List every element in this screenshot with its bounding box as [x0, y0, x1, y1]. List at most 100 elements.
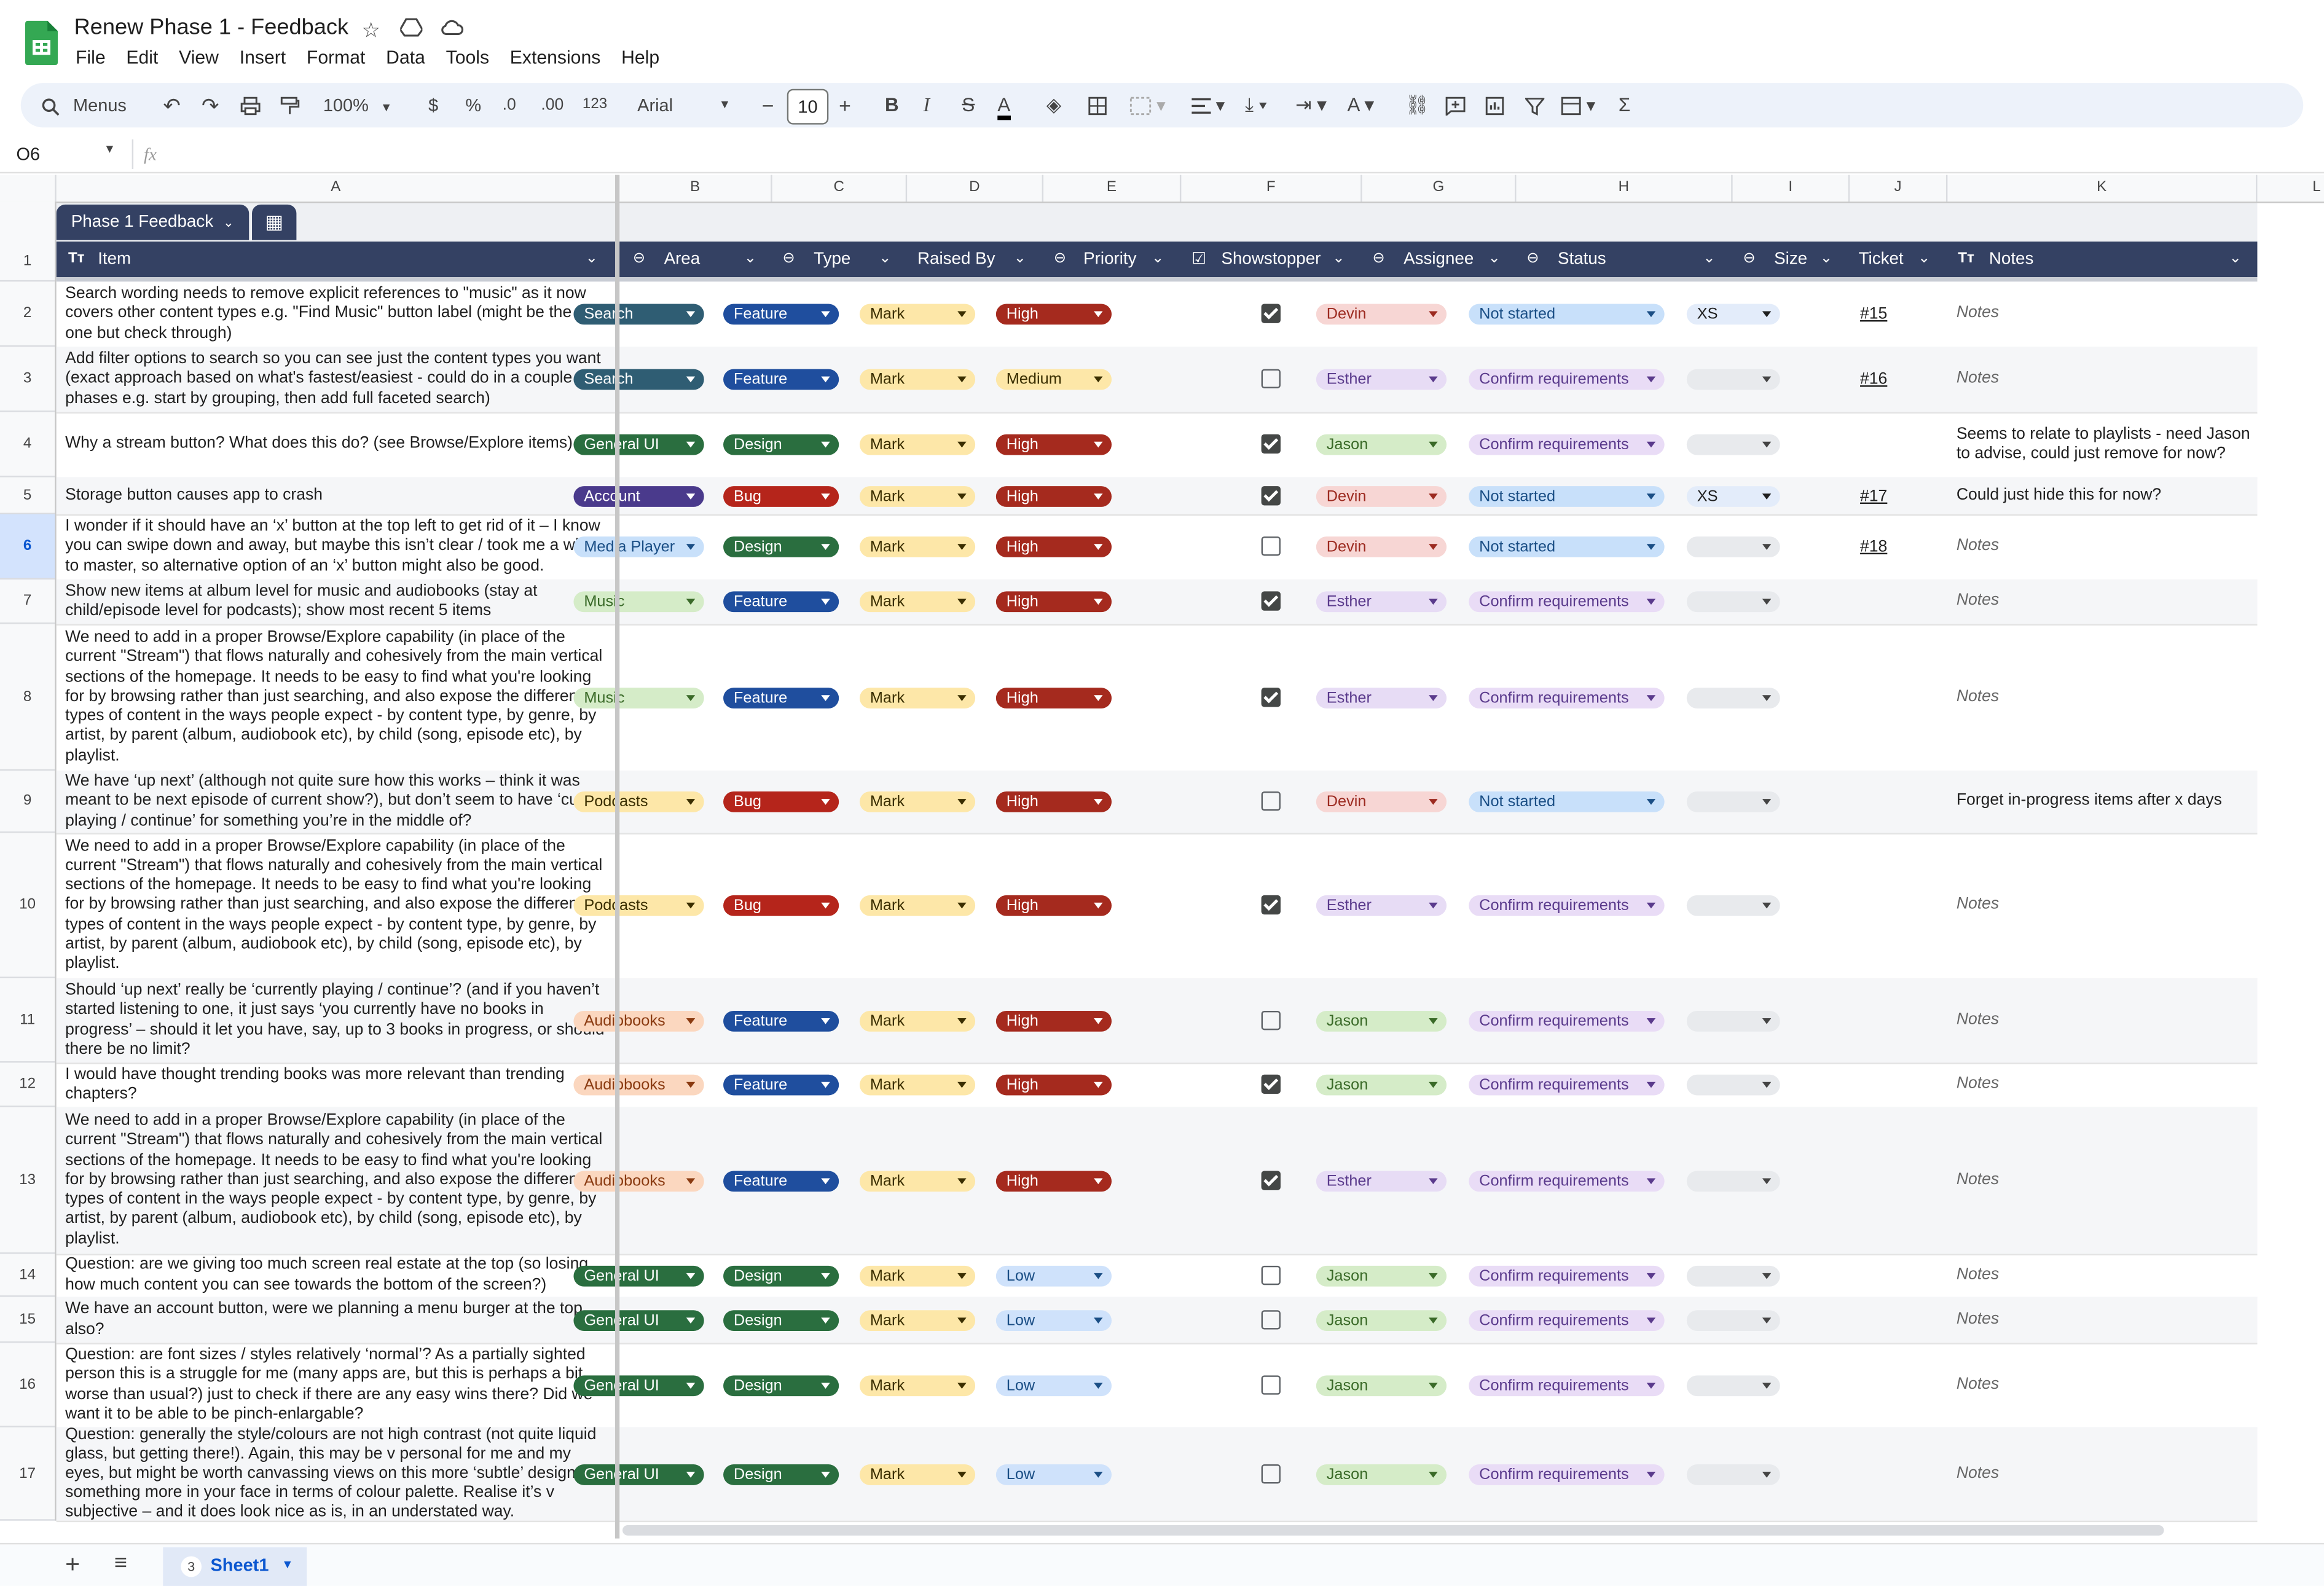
raised-by-chip[interactable]: Mark — [859, 434, 976, 455]
type-chip[interactable]: Feature — [723, 1074, 839, 1096]
frozen-column-divider[interactable] — [614, 175, 620, 1539]
priority-chip[interactable]: High — [995, 485, 1112, 506]
type-chip[interactable]: Design — [723, 434, 839, 455]
type-chip[interactable]: Bug — [723, 895, 839, 916]
notes-cell[interactable]: Forget in-progress items after x days — [1957, 771, 2253, 833]
item-cell[interactable]: Search wording needs to remove explicit … — [65, 281, 613, 347]
raised-by-chip[interactable]: Mark — [859, 1074, 976, 1096]
raised-by-chip[interactable]: Mark — [859, 1309, 976, 1330]
ticket-link[interactable]: #17 — [1860, 477, 1887, 514]
type-chip[interactable]: Feature — [723, 369, 839, 390]
size-chip[interactable] — [1686, 791, 1780, 812]
area-chip[interactable]: General UI — [573, 434, 704, 455]
item-cell[interactable]: We need to add in a proper Browse/Explor… — [65, 833, 613, 978]
item-cell[interactable]: Why a stream button? What does this do? … — [65, 412, 613, 477]
assignee-chip[interactable]: Esther — [1316, 686, 1447, 708]
size-chip[interactable] — [1686, 686, 1780, 708]
size-chip[interactable] — [1686, 1170, 1780, 1191]
all-sheets-icon[interactable]: ≡ — [114, 1550, 127, 1576]
priority-chip[interactable]: Low — [995, 1309, 1112, 1330]
item-cell[interactable]: Show new items at album level for music … — [65, 579, 613, 624]
size-chip[interactable]: XS — [1686, 304, 1780, 325]
notes-cell[interactable]: Notes — [1957, 1343, 2253, 1427]
notes-cell[interactable]: Notes — [1957, 833, 2253, 978]
size-chip[interactable] — [1686, 591, 1780, 613]
assignee-chip[interactable]: Jason — [1316, 1010, 1447, 1031]
type-chip[interactable]: Bug — [723, 791, 839, 812]
assignee-chip[interactable]: Jason — [1316, 1375, 1447, 1396]
priority-chip[interactable]: High — [995, 304, 1112, 325]
raised-by-chip[interactable]: Mark — [859, 369, 976, 390]
area-chip[interactable]: Music — [573, 591, 704, 613]
notes-cell[interactable]: Notes — [1957, 1107, 2253, 1254]
size-chip[interactable] — [1686, 1375, 1780, 1396]
priority-chip[interactable]: Low — [995, 1265, 1112, 1286]
item-cell[interactable]: Question: are we giving too much screen … — [65, 1254, 613, 1297]
notes-cell[interactable]: Notes — [1957, 281, 2253, 347]
notes-cell[interactable]: Seems to relate to playlists - need Jaso… — [1957, 412, 2253, 477]
showstopper-checkbox[interactable] — [1261, 1463, 1281, 1483]
assignee-chip[interactable]: Jason — [1316, 1309, 1447, 1330]
raised-by-chip[interactable]: Mark — [859, 1265, 976, 1286]
priority-chip[interactable]: High — [995, 895, 1112, 916]
raised-by-chip[interactable]: Mark — [859, 791, 976, 812]
size-chip[interactable] — [1686, 1309, 1780, 1330]
priority-chip[interactable]: Low — [995, 1375, 1112, 1396]
assignee-chip[interactable]: Jason — [1316, 1074, 1447, 1096]
raised-by-chip[interactable]: Mark — [859, 591, 976, 613]
ticket-link[interactable]: #18 — [1860, 514, 1887, 579]
showstopper-checkbox[interactable] — [1261, 304, 1281, 323]
showstopper-checkbox[interactable] — [1261, 895, 1281, 915]
status-chip[interactable]: Confirm requirements — [1469, 1375, 1665, 1396]
raised-by-chip[interactable]: Mark — [859, 1375, 976, 1396]
assignee-chip[interactable]: Esther — [1316, 1170, 1447, 1191]
showstopper-checkbox[interactable] — [1261, 536, 1281, 556]
priority-chip[interactable]: High — [995, 434, 1112, 455]
status-chip[interactable]: Confirm requirements — [1469, 369, 1665, 390]
notes-cell[interactable]: Notes — [1957, 347, 2253, 412]
notes-cell[interactable]: Notes — [1957, 624, 2253, 771]
status-chip[interactable]: Not started — [1469, 304, 1665, 325]
priority-chip[interactable]: Low — [995, 1463, 1112, 1485]
raised-by-chip[interactable]: Mark — [859, 1463, 976, 1485]
area-chip[interactable]: General UI — [573, 1265, 704, 1286]
showstopper-checkbox[interactable] — [1261, 1265, 1281, 1284]
priority-chip[interactable]: High — [995, 791, 1112, 812]
assignee-chip[interactable]: Esther — [1316, 369, 1447, 390]
assignee-chip[interactable]: Devin — [1316, 791, 1447, 812]
notes-cell[interactable]: Notes — [1957, 978, 2253, 1062]
type-chip[interactable]: Design — [723, 536, 839, 557]
notes-cell[interactable]: Notes — [1957, 1254, 2253, 1297]
status-chip[interactable]: Confirm requirements — [1469, 1010, 1665, 1031]
item-cell[interactable]: Should ‘up next’ really be ‘currently pl… — [65, 978, 613, 1062]
type-chip[interactable]: Feature — [723, 686, 839, 708]
type-chip[interactable]: Design — [723, 1265, 839, 1286]
showstopper-checkbox[interactable] — [1261, 1010, 1281, 1030]
status-chip[interactable]: Confirm requirements — [1469, 1170, 1665, 1191]
assignee-chip[interactable]: Devin — [1316, 485, 1447, 506]
area-chip[interactable]: Podcasts — [573, 895, 704, 916]
size-chip[interactable] — [1686, 895, 1780, 916]
status-chip[interactable]: Not started — [1469, 485, 1665, 506]
item-cell[interactable]: Add filter options to search so you can … — [65, 347, 613, 412]
item-cell[interactable]: I wonder if it should have an ‘x’ button… — [65, 514, 613, 579]
priority-chip[interactable]: High — [995, 536, 1112, 557]
notes-cell[interactable]: Notes — [1957, 579, 2253, 624]
add-sheet-icon[interactable]: + — [65, 1550, 80, 1580]
status-chip[interactable]: Confirm requirements — [1469, 434, 1665, 455]
size-chip[interactable] — [1686, 434, 1780, 455]
showstopper-checkbox[interactable] — [1261, 686, 1281, 707]
raised-by-chip[interactable]: Mark — [859, 895, 976, 916]
raised-by-chip[interactable]: Mark — [859, 536, 976, 557]
area-chip[interactable]: Audiobooks — [573, 1010, 704, 1031]
showstopper-checkbox[interactable] — [1261, 791, 1281, 811]
area-chip[interactable]: Media Player — [573, 536, 704, 557]
size-chip[interactable] — [1686, 1010, 1780, 1031]
priority-chip[interactable]: High — [995, 1074, 1112, 1096]
type-chip[interactable]: Bug — [723, 485, 839, 506]
assignee-chip[interactable]: Devin — [1316, 536, 1447, 557]
showstopper-checkbox[interactable] — [1261, 591, 1281, 611]
item-cell[interactable]: We need to add in a proper Browse/Explor… — [65, 624, 613, 771]
size-chip[interactable]: XS — [1686, 485, 1780, 506]
item-cell[interactable]: We have an account button, were we plann… — [65, 1297, 613, 1343]
